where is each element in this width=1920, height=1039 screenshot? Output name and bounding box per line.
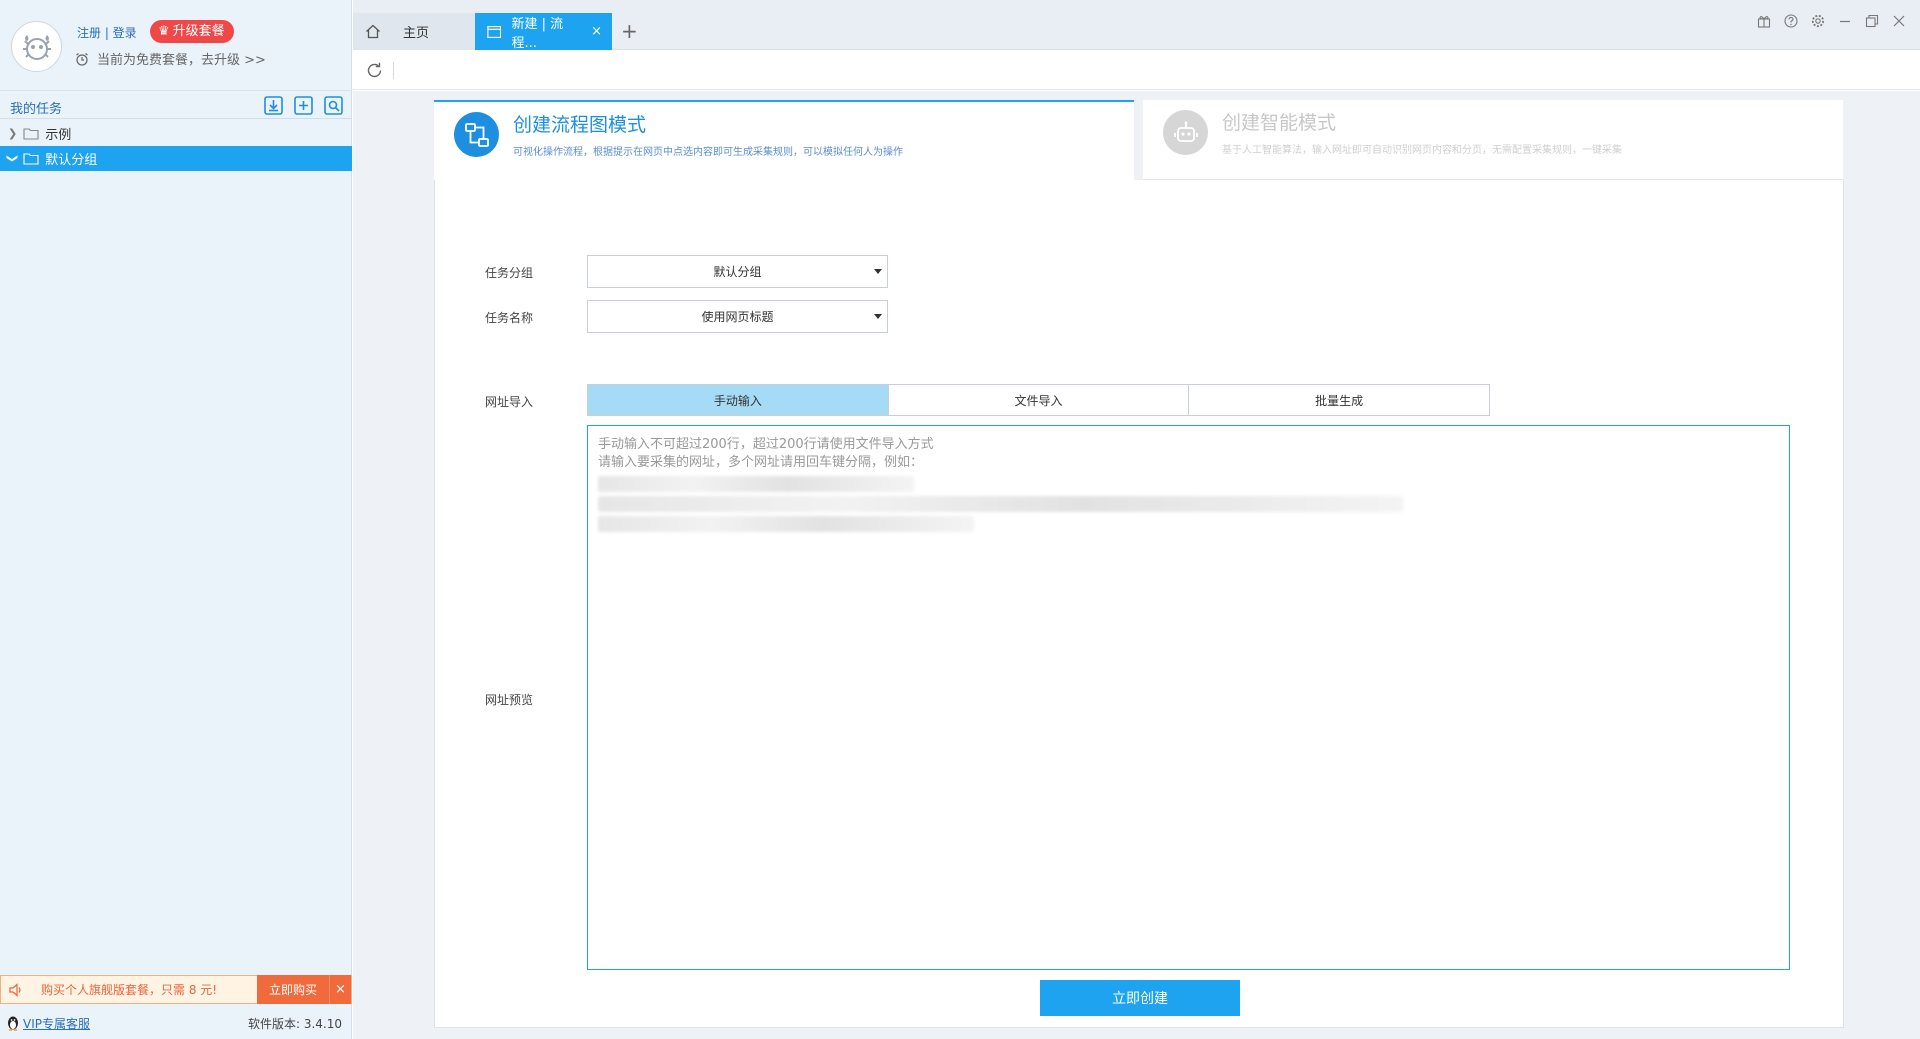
tab-new-flow[interactable]: 新建 | 流程... × <box>475 13 612 51</box>
gift-icon[interactable] <box>1757 14 1771 28</box>
flowchart-icon <box>454 112 499 157</box>
create-task-form: 任务分组 默认分组 任务名称 使用网页标题 网址导入 手动输入 文件导入 批量生… <box>434 180 1844 1028</box>
redacted-example-url <box>598 516 974 532</box>
tree-item-label: 默认分组 <box>45 153 98 168</box>
register-login-link[interactable]: 注册 | 登录 <box>77 24 137 41</box>
task-name-select[interactable]: 使用网页标题 <box>587 300 888 333</box>
main-content: 创建流程图模式 可视化操作流程，根据提示在网页中点选内容即可生成采集规则，可以模… <box>353 91 1920 1039</box>
mode-smart-card[interactable]: 创建智能模式 基于人工智能算法，输入网址即可自动识别网页内容和分页，无需配置采集… <box>1143 100 1843 180</box>
software-version: 软件版本: 3.4.10 <box>247 1016 342 1031</box>
redacted-example-url <box>598 476 914 492</box>
chevron-down-icon[interactable]: ❯ <box>6 154 19 163</box>
create-now-button[interactable]: 立即创建 <box>1040 980 1240 1016</box>
refresh-icon[interactable] <box>365 61 384 80</box>
mode-smart-desc: 基于人工智能算法，输入网址即可自动识别网页内容和分页，无需配置采集规则，一键采集 <box>1222 145 1622 156</box>
url-input-placeholder-line1: 手动输入不可超过200行，超过200行请使用文件导入方式 <box>598 437 934 452</box>
plus-square-icon <box>294 96 313 115</box>
tab-new-flow-label: 新建 | 流程... <box>511 16 564 51</box>
mode-smart-title: 创建智能模式 <box>1222 112 1337 134</box>
download-icon <box>264 96 283 115</box>
task-group-select[interactable]: 默认分组 <box>587 255 888 288</box>
caret-down-icon <box>874 314 882 319</box>
tab-home[interactable]: 主页 <box>353 13 475 50</box>
mode-flow-title: 创建流程图模式 <box>513 114 647 136</box>
plan-notice-text: 当前为免费套餐，去升级 >> <box>97 53 266 68</box>
profile-area: 注册 | 登录 ♛ 升级套餐 当前为免费套餐，去升级 >> <box>0 0 352 89</box>
mode-flow-card[interactable]: 创建流程图模式 可视化操作流程，根据提示在网页中点选内容即可生成采集规则，可以模… <box>434 100 1134 180</box>
home-icon <box>366 24 380 39</box>
search-document-icon <box>324 96 343 115</box>
help-icon[interactable] <box>1784 14 1798 28</box>
crab-logo-icon <box>22 34 51 60</box>
url-input-textarea[interactable]: 手动输入不可超过200行，超过200行请使用文件导入方式 请输入要采集的网址，多… <box>587 425 1790 970</box>
restore-icon[interactable] <box>1865 14 1879 28</box>
task-group-value: 默认分组 <box>713 265 762 279</box>
tab-close-icon[interactable]: × <box>591 24 602 39</box>
my-tasks-toolbar <box>263 95 344 116</box>
upgrade-label: 升级套餐 <box>172 24 225 39</box>
my-tasks-title: 我的任务 <box>10 102 63 117</box>
task-tree: ❯ 示例 ❯ 默认分组 <box>0 121 352 171</box>
url-input-placeholder-line2: 请输入要采集的网址，多个网址请用回车键分隔，例如： <box>598 455 924 470</box>
minimize-icon[interactable] <box>1838 14 1852 28</box>
page-toolbar <box>353 51 1920 90</box>
tab-home-label: 主页 <box>403 26 430 41</box>
search-task-button[interactable] <box>323 95 344 116</box>
tab-strip: 主页 新建 | 流程... × + <box>353 0 1920 51</box>
folder-icon <box>23 153 39 165</box>
promo-close-icon[interactable]: × <box>329 975 351 1004</box>
penguin-icon <box>8 1016 18 1031</box>
window-controls <box>1757 14 1906 28</box>
redacted-example-url <box>598 496 1403 512</box>
folder-icon <box>23 128 39 140</box>
vip-support-label: VIP专属客服 <box>23 1016 90 1031</box>
robot-icon <box>1163 110 1208 155</box>
my-tasks-header: 我的任务 <box>0 90 352 119</box>
new-tab-button[interactable]: + <box>621 19 638 43</box>
task-group-label: 任务分组 <box>485 266 534 280</box>
tab-file-import[interactable]: 文件导入 <box>888 385 1190 415</box>
tab-manual-input[interactable]: 手动输入 <box>588 385 889 415</box>
add-task-button[interactable] <box>293 95 314 116</box>
buy-now-button[interactable]: 立即购买 <box>257 975 329 1004</box>
plan-notice-link[interactable]: 当前为免费套餐，去升级 >> <box>75 49 266 68</box>
task-name-label: 任务名称 <box>485 311 534 325</box>
tree-item-label: 示例 <box>45 128 72 143</box>
speaker-icon <box>1 982 31 998</box>
mode-flow-desc: 可视化操作流程，根据提示在网页中点选内容即可生成采集规则，可以模拟任何人为操作 <box>513 147 903 158</box>
promo-banner: 购买个人旗舰版套餐，只需 8 元! 立即购买 × <box>0 975 352 1004</box>
url-import-label: 网址导入 <box>485 395 534 409</box>
url-import-mode-tabs: 手动输入 文件导入 批量生成 <box>587 384 1490 416</box>
tab-batch-generate[interactable]: 批量生成 <box>1189 385 1490 415</box>
alarm-clock-icon <box>76 52 88 66</box>
tree-item-example[interactable]: ❯ 示例 <box>0 121 352 146</box>
toolbar-divider <box>393 62 394 79</box>
vip-support-link[interactable]: VIP专属客服 <box>6 1015 90 1032</box>
chevron-right-icon[interactable]: ❯ <box>8 127 17 140</box>
sidebar: 注册 | 登录 ♛ 升级套餐 当前为免费套餐，去升级 >> 我的任务 ❯ 示例 … <box>0 0 352 1039</box>
upgrade-button[interactable]: ♛ 升级套餐 <box>150 20 234 43</box>
tree-item-default-group[interactable]: ❯ 默认分组 <box>0 146 352 171</box>
crown-icon: ♛ <box>158 24 170 39</box>
window-icon <box>487 25 502 38</box>
sidebar-footer: VIP专属客服 软件版本: 3.4.10 <box>0 1007 352 1039</box>
avatar[interactable] <box>11 21 62 72</box>
url-preview-label: 网址预览 <box>485 693 534 707</box>
import-task-button[interactable] <box>263 95 284 116</box>
gear-icon[interactable] <box>1811 14 1825 28</box>
close-icon[interactable] <box>1892 14 1906 28</box>
promo-text: 购买个人旗舰版套餐，只需 8 元! <box>41 983 218 997</box>
caret-down-icon <box>874 269 882 274</box>
task-name-value: 使用网页标题 <box>701 310 774 324</box>
